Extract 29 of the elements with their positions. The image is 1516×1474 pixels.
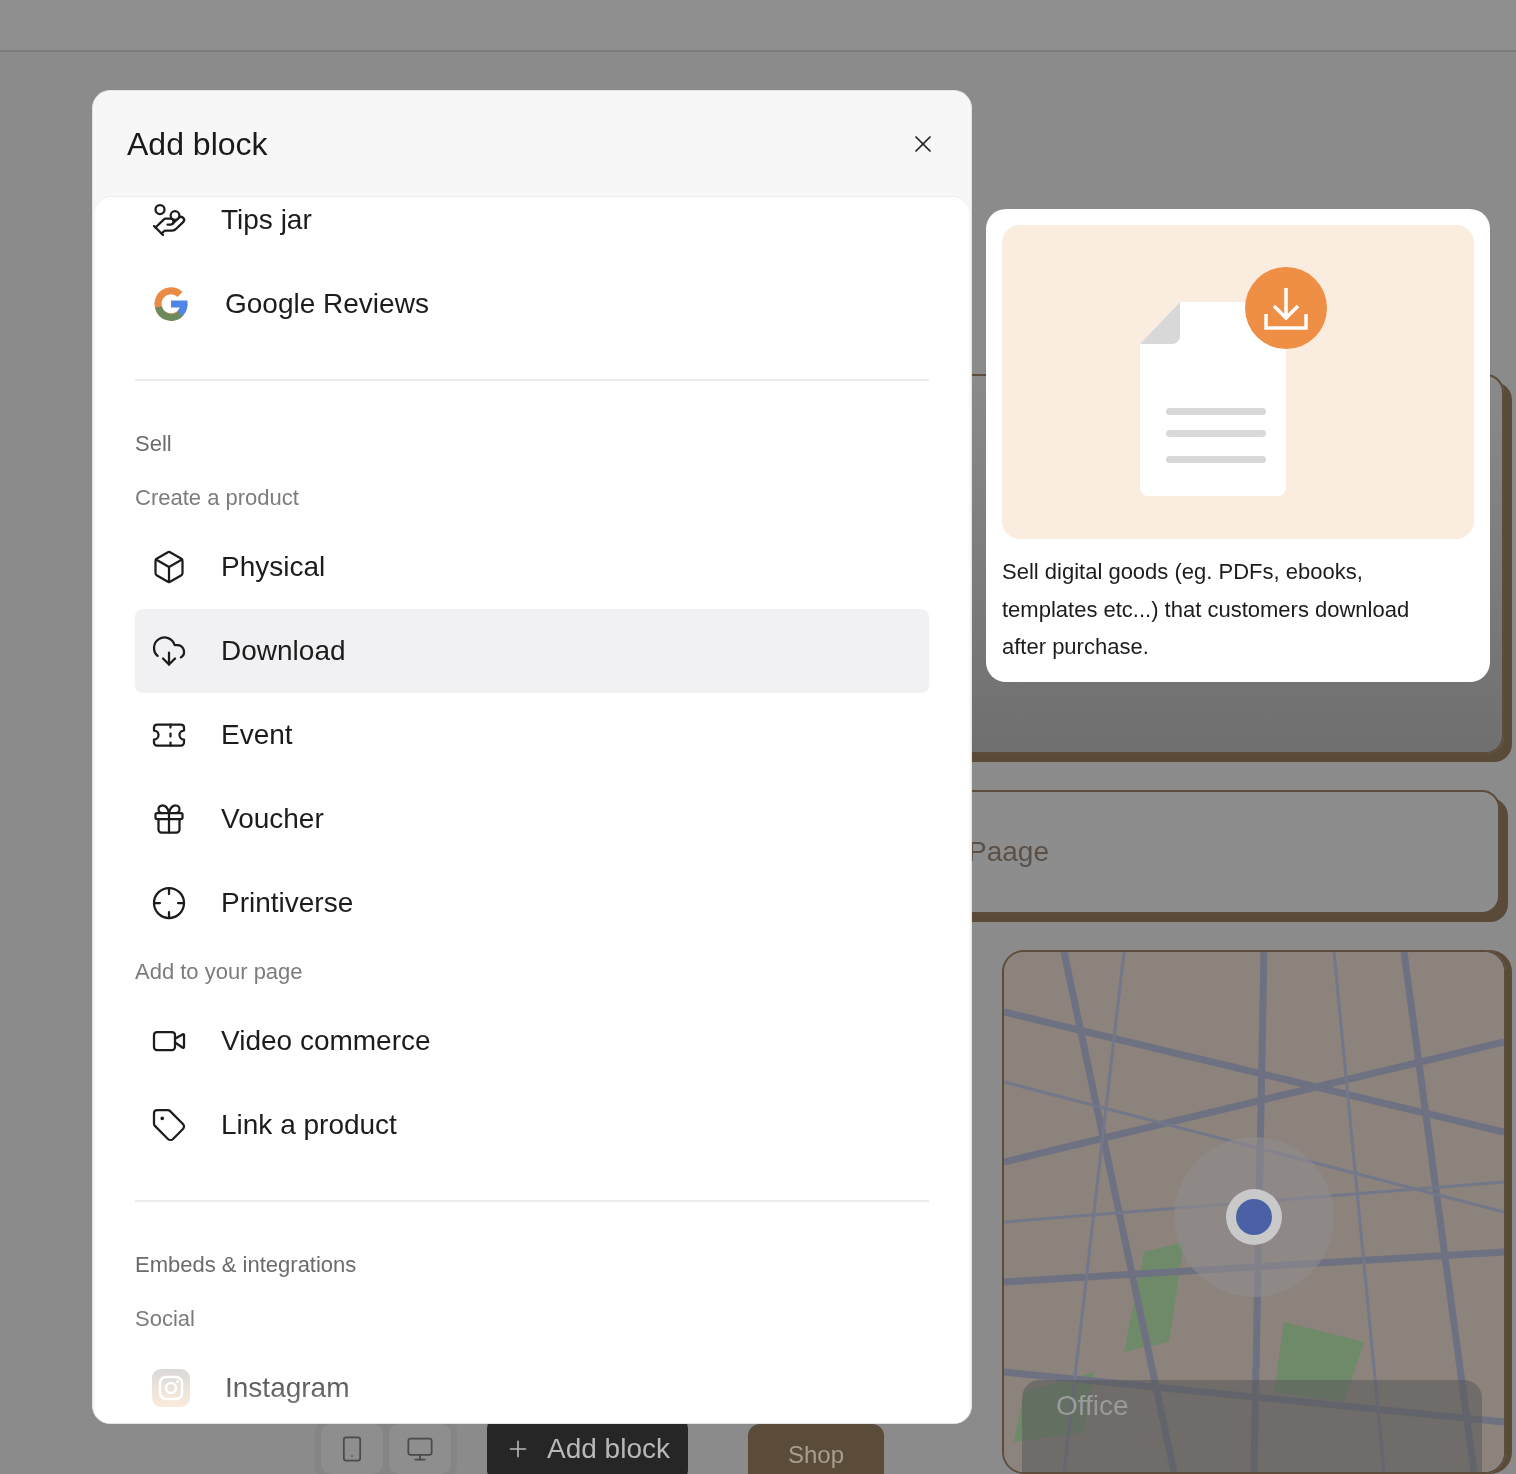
option-label: Google Reviews (225, 288, 429, 320)
block-option[interactable]: Download (135, 609, 929, 693)
option-label: Voucher (221, 803, 324, 835)
section-subheading: Create a product (135, 484, 300, 512)
mobile-view-button[interactable] (321, 1424, 383, 1474)
preview-description: Sell digital goods (eg. PDFs, ebooks, templates etc...) that customers download after purchase. (1002, 558, 1411, 661)
option-label: Physical (221, 551, 326, 583)
hand-coins-icon (151, 202, 187, 238)
gift-icon (151, 801, 187, 837)
option-label: Instagram (225, 1372, 350, 1404)
option-label: Link a product (221, 1109, 397, 1141)
location-title: Office (1056, 1390, 1129, 1421)
section-subheading: Add to your page (135, 958, 304, 986)
dialog-title: Add block (127, 125, 268, 163)
option-label: Download (221, 635, 346, 667)
crosshair-icon (151, 885, 187, 921)
desktop-view-button[interactable] (389, 1424, 451, 1474)
tag-icon (151, 1107, 187, 1143)
section-heading: Sell (135, 430, 173, 458)
option-label: Video commerce (221, 1025, 431, 1057)
option-label: Tips jar (221, 204, 312, 236)
box-icon (151, 549, 187, 585)
section-heading: Embeds & integrations (135, 1251, 358, 1279)
option-label: Event (221, 719, 293, 751)
instagram-icon (151, 1368, 191, 1408)
cloud-download-icon (151, 633, 187, 669)
option-label: Printiverse (221, 887, 354, 919)
monitor-icon (406, 1435, 434, 1463)
section-subheading: Social (135, 1305, 196, 1333)
